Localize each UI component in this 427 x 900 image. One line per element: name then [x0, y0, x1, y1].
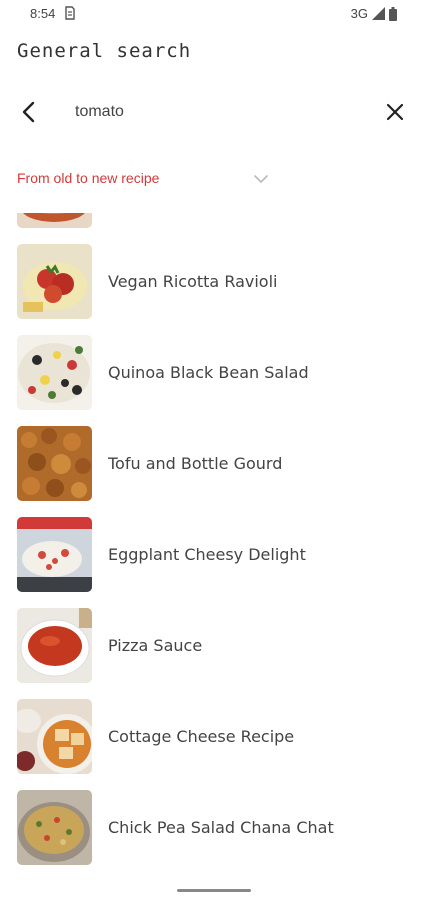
- recipe-thumbnail: [17, 244, 92, 319]
- recipe-title: Eggplant Cheesy Delight: [108, 545, 306, 564]
- status-time: 8:54: [30, 6, 56, 21]
- battery-icon: [389, 6, 397, 21]
- search-input[interactable]: [75, 100, 365, 124]
- recipe-title: Chick Pea Salad Chana Chat: [108, 818, 334, 837]
- back-arrow-icon[interactable]: [18, 100, 42, 124]
- recipe-title: Quinoa Black Bean Salad: [108, 363, 309, 382]
- recipe-item[interactable]: [0, 213, 427, 244]
- page-title: General search: [17, 40, 192, 62]
- status-indicators: 3G: [351, 6, 397, 21]
- recipe-item[interactable]: Tofu and Bottle Gourd: [0, 426, 427, 517]
- recipe-title: Pizza Sauce: [108, 636, 203, 655]
- status-bar: 8:54 3G: [0, 0, 427, 30]
- sort-label[interactable]: From old to new recipe: [17, 170, 159, 186]
- recipe-title: Tofu and Bottle Gourd: [108, 454, 283, 473]
- recipe-thumbnail: [17, 608, 92, 683]
- recipe-item[interactable]: Eggplant Cheesy Delight: [0, 517, 427, 608]
- recipe-item[interactable]: Pizza Sauce: [0, 608, 427, 699]
- recipe-thumbnail: [17, 213, 92, 228]
- recipe-title: Cottage Cheese Recipe: [108, 727, 295, 746]
- recipe-title: Vegan Ricotta Ravioli: [108, 272, 278, 291]
- recipe-thumbnail: [17, 426, 92, 501]
- recipe-item[interactable]: Vegan Ricotta Ravioli: [0, 244, 427, 335]
- recipe-item[interactable]: Quinoa Black Bean Salad: [0, 335, 427, 426]
- sort-dropdown[interactable]: From old to new recipe: [0, 166, 427, 194]
- sim-card-icon: [65, 6, 75, 20]
- recipe-thumbnail: [17, 699, 92, 774]
- recipe-item[interactable]: Chick Pea Salad Chana Chat: [0, 790, 427, 878]
- recipe-thumbnail: [17, 790, 92, 865]
- recipe-thumbnail: [17, 517, 92, 592]
- recipe-item[interactable]: Cottage Cheese Recipe: [0, 699, 427, 790]
- chevron-down-icon[interactable]: [252, 170, 270, 188]
- signal-icon: [372, 7, 385, 20]
- search-bar: [0, 92, 427, 132]
- home-indicator[interactable]: [177, 889, 251, 892]
- clear-search-icon[interactable]: [383, 100, 407, 124]
- recipe-thumbnail: [17, 335, 92, 410]
- recipe-list[interactable]: Vegan Ricotta Ravioli Quinoa Black Bean …: [0, 213, 427, 878]
- network-type: 3G: [350, 6, 368, 21]
